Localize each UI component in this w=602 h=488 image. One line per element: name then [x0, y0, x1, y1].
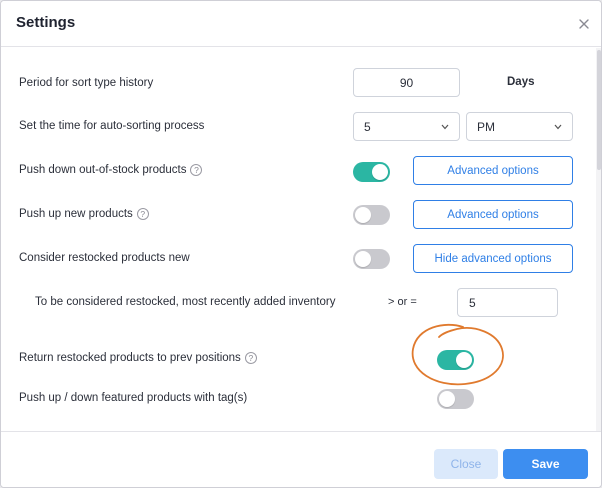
- period-unit: Days: [507, 76, 535, 88]
- question-circle-icon[interactable]: ?: [244, 352, 257, 364]
- restocked-quantity-input[interactable]: 5: [457, 288, 558, 317]
- restocked-new-label: Consider restocked products new: [19, 252, 190, 264]
- question-circle-icon[interactable]: ?: [190, 164, 203, 176]
- chevron-down-icon: [441, 124, 449, 130]
- return-restocked-label: Return restocked products to prev positi…: [19, 352, 257, 364]
- return-restocked-toggle[interactable]: [437, 350, 474, 370]
- scrollbar-thumb[interactable]: [597, 50, 601, 170]
- toggle-knob: [372, 164, 388, 180]
- restocked-new-toggle[interactable]: [353, 249, 390, 269]
- toggle-knob: [355, 207, 371, 223]
- period-input[interactable]: 90: [353, 68, 460, 97]
- auto-sort-time-label: Set the time for auto-sorting process: [19, 120, 205, 132]
- period-label: Period for sort type history: [19, 77, 154, 89]
- push-up-new-advanced-button[interactable]: Advanced options: [413, 200, 573, 229]
- push-down-oos-label: Push down out-of-stock products ?: [19, 164, 203, 176]
- hour-select[interactable]: 5: [353, 112, 460, 141]
- dialog-body: Period for sort type history 90 Days Set…: [1, 48, 601, 431]
- toggle-knob: [456, 352, 472, 368]
- dialog-title: Settings: [16, 14, 76, 31]
- chevron-down-icon: [554, 124, 562, 130]
- return-restocked-text: Return restocked products to prev positi…: [19, 352, 241, 364]
- close-icon[interactable]: [575, 15, 593, 33]
- settings-dialog: Settings Period for sort type history 90…: [0, 0, 602, 488]
- push-up-new-text: Push up new products: [19, 208, 133, 220]
- hour-select-value: 5: [364, 119, 371, 134]
- push-up-new-toggle[interactable]: [353, 205, 390, 225]
- push-down-oos-text: Push down out-of-stock products: [19, 164, 187, 176]
- restocked-condition-label: To be considered restocked, most recentl…: [35, 296, 336, 308]
- featured-tags-toggle[interactable]: [437, 389, 474, 409]
- ampm-select-value: PM: [477, 119, 495, 134]
- restocked-operator: > or =: [388, 296, 417, 308]
- scrollbar[interactable]: [596, 48, 601, 431]
- save-button[interactable]: Save: [503, 449, 588, 479]
- push-down-oos-advanced-button[interactable]: Advanced options: [413, 156, 573, 185]
- hide-advanced-options-button[interactable]: Hide advanced options: [413, 244, 573, 273]
- question-circle-icon[interactable]: ?: [136, 208, 149, 220]
- close-button[interactable]: Close: [434, 449, 498, 479]
- toggle-knob: [355, 251, 371, 267]
- ampm-select[interactable]: PM: [466, 112, 573, 141]
- toggle-knob: [439, 391, 455, 407]
- dialog-footer: Close Save: [1, 431, 601, 487]
- push-down-oos-toggle[interactable]: [353, 162, 390, 182]
- featured-tags-label: Push up / down featured products with ta…: [19, 392, 248, 404]
- push-up-new-label: Push up new products ?: [19, 208, 149, 220]
- dialog-header: Settings: [1, 1, 601, 47]
